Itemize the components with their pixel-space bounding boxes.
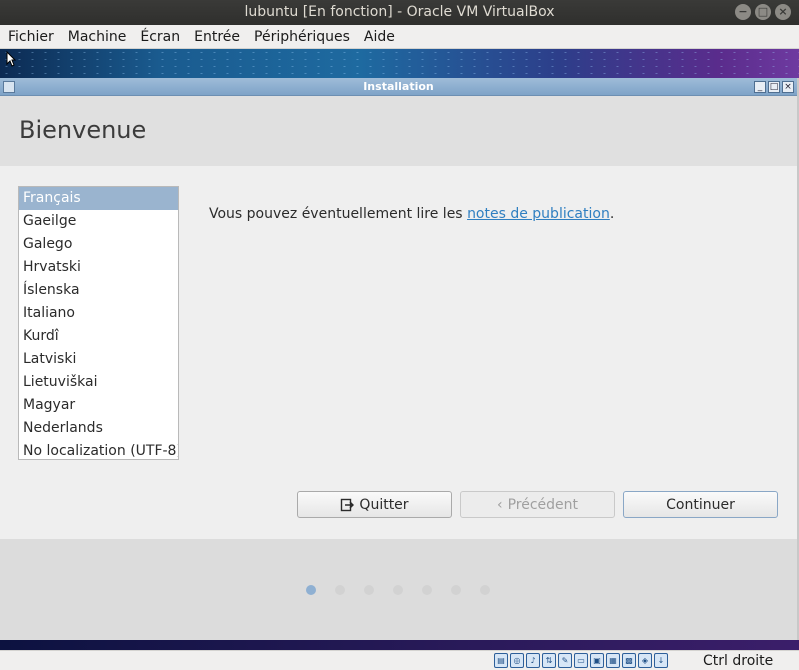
installer-title-bar[interactable]: Installation _ □ × (0, 78, 797, 96)
host-key-label: Ctrl droite (703, 653, 774, 669)
guest-desktop-bottom (0, 640, 799, 650)
step-dot (364, 585, 374, 595)
video-capture-icon[interactable]: ▦ (606, 653, 620, 668)
step-dot (480, 585, 490, 595)
audio-icon[interactable]: ♪ (526, 653, 540, 668)
menu-fichier[interactable]: Fichier (0, 25, 61, 49)
menu-peripheriques[interactable]: Périphériques (247, 25, 357, 49)
language-item-francais[interactable]: Français (19, 187, 178, 210)
language-item-latviski[interactable]: Latviski (19, 348, 178, 371)
release-notes-link[interactable]: notes de publication (467, 206, 610, 222)
menu-machine[interactable]: Machine (61, 25, 134, 49)
mouse-integration-icon[interactable]: ◈ (638, 653, 652, 668)
shared-folder-icon[interactable]: ▭ (574, 653, 588, 668)
installer-window: Installation _ □ × Bienvenue Français Ga… (0, 78, 797, 640)
hard-disk-icon[interactable]: ▤ (494, 653, 508, 668)
language-item-islenska[interactable]: Íslenska (19, 279, 178, 302)
maximize-button[interactable]: □ (755, 4, 771, 20)
language-item-hrvatski[interactable]: Hrvatski (19, 256, 178, 279)
cpu-icon[interactable]: ▩ (622, 653, 636, 668)
language-item-kurdi[interactable]: Kurdî (19, 325, 178, 348)
step-dot (393, 585, 403, 595)
quit-button-label: Quitter (359, 496, 409, 513)
menu-aide[interactable]: Aide (357, 25, 402, 49)
host-status-bar: ▤ ◎ ♪ ⇅ ✎ ▭ ▣ ▦ ▩ ◈ ↓ Ctrl droite (0, 650, 799, 670)
release-notes-prefix: Vous pouvez éventuellement lire les (209, 206, 468, 222)
step-progress (306, 585, 490, 595)
display-icon[interactable]: ▣ (590, 653, 604, 668)
language-item-italiano[interactable]: Italiano (19, 302, 178, 325)
installer-window-controls: _ □ × (754, 81, 794, 93)
language-item-gaeilge[interactable]: Gaeilge (19, 210, 178, 233)
menu-ecran[interactable]: Écran (133, 25, 187, 49)
installer-close-button[interactable]: × (782, 81, 794, 93)
host-menu-bar: Fichier Machine Écran Entrée Périphériqu… (0, 25, 799, 49)
keyboard-icon[interactable]: ↓ (654, 653, 668, 668)
language-item-galego[interactable]: Galego (19, 233, 178, 256)
continue-button[interactable]: Continuer (623, 491, 778, 518)
guest-desktop-background (0, 49, 799, 78)
network-icon[interactable]: ⇅ (542, 653, 556, 668)
language-item-magyar[interactable]: Magyar (19, 394, 178, 417)
menu-entree[interactable]: Entrée (187, 25, 247, 49)
step-dot (335, 585, 345, 595)
chevron-left-icon: ‹ (496, 496, 503, 513)
step-dot (451, 585, 461, 595)
step-dot (422, 585, 432, 595)
installer-minimize-button[interactable]: _ (754, 81, 766, 93)
language-item-nederlands[interactable]: Nederlands (19, 417, 178, 440)
close-button[interactable]: × (775, 4, 791, 20)
language-list[interactable]: Français Gaeilge Galego Hrvatski Íslensk… (18, 186, 179, 460)
installer-footer (0, 539, 797, 640)
previous-button[interactable]: ‹ Précédent (460, 491, 615, 518)
step-dot (306, 585, 316, 595)
status-icons: ▤ ◎ ♪ ⇅ ✎ ▭ ▣ ▦ ▩ ◈ ↓ (494, 653, 668, 668)
installer-window-title: Installation (363, 80, 434, 93)
mouse-cursor-icon (6, 51, 16, 67)
language-item-no-localization[interactable]: No localization (UTF-8) (19, 440, 178, 459)
exit-icon (341, 498, 355, 511)
usb-icon[interactable]: ✎ (558, 653, 572, 668)
continue-button-label: Continuer (666, 496, 735, 513)
host-title-bar[interactable]: lubuntu [En fonction] - Oracle VM Virtua… (0, 0, 799, 25)
quit-button[interactable]: Quitter (297, 491, 452, 518)
release-notes-text: Vous pouvez éventuellement lire les note… (209, 206, 614, 222)
host-window-title: lubuntu [En fonction] - Oracle VM Virtua… (244, 4, 555, 20)
installer-maximize-button[interactable]: □ (768, 81, 780, 93)
language-item-lietuviskai[interactable]: Lietuviškai (19, 371, 178, 394)
optical-disk-icon[interactable]: ◎ (510, 653, 524, 668)
host-window-controls: − □ × (735, 4, 791, 20)
release-notes-suffix: . (609, 206, 615, 222)
minimize-button[interactable]: − (735, 4, 751, 20)
page-title: Bienvenue (19, 116, 147, 144)
previous-button-label: Précédent (507, 496, 579, 513)
